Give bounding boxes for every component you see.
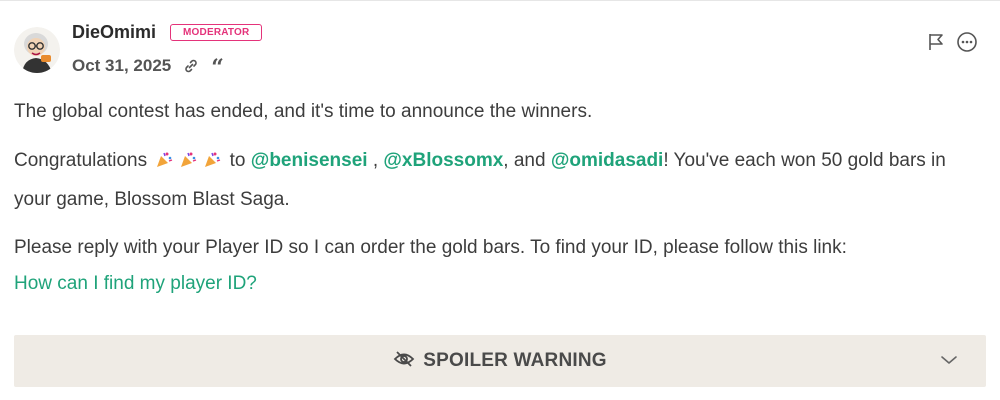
paragraph-intro: The global contest has ended, and it's t… [14, 101, 593, 122]
post-actions [926, 31, 978, 53]
mention-separator: , and [503, 150, 546, 171]
party-popper-icon [179, 146, 197, 182]
post-meta: Oct 31, 2025 “ [72, 55, 224, 79]
paragraph-congrats: Congratulations to @benisensei , @xBloss… [14, 143, 986, 218]
mention-xblossomx[interactable]: @xBlossomx [383, 150, 503, 171]
mention-separator: , [372, 150, 379, 171]
quote-icon[interactable]: “ [211, 57, 224, 79]
spoiler-toggle[interactable]: SPOILER WARNING [14, 335, 986, 387]
instructions-text: Please reply with your Player ID so I ca… [14, 237, 847, 258]
flag-icon[interactable] [926, 32, 946, 52]
more-options-icon[interactable] [956, 31, 978, 53]
author-name[interactable]: DieOmimi [72, 22, 156, 43]
moderator-badge: MODERATOR [170, 24, 263, 41]
mention-omidasadi[interactable]: @omidasadi [551, 150, 664, 171]
link-icon[interactable] [183, 58, 199, 74]
post-date[interactable]: Oct 31, 2025 [72, 56, 171, 76]
spoiler-label: SPOILER WARNING [423, 350, 607, 371]
avatar-cartoon-icon [14, 27, 60, 73]
eye-slash-icon [393, 350, 415, 373]
chevron-down-icon [940, 353, 958, 371]
spoiler-header: SPOILER WARNING [14, 335, 986, 387]
forum-post: DieOmimi MODERATOR Oct 31, 2025 “ The gl… [0, 0, 1000, 400]
post-body: The global contest has ended, and it's t… [14, 94, 986, 302]
author-row: DieOmimi MODERATOR [72, 22, 263, 43]
divider [0, 0, 1000, 1]
congrats-to: to [229, 150, 246, 171]
mention-benisensei[interactable]: @benisensei [251, 150, 368, 171]
party-popper-icon [203, 146, 221, 182]
player-id-help-link[interactable]: How can I find my player ID? [14, 273, 257, 294]
avatar[interactable] [14, 27, 60, 73]
party-popper-icon [155, 146, 173, 182]
congrats-prefix: Congratulations [14, 150, 148, 171]
paragraph-instructions: Please reply with your Player ID so I ca… [14, 230, 986, 302]
